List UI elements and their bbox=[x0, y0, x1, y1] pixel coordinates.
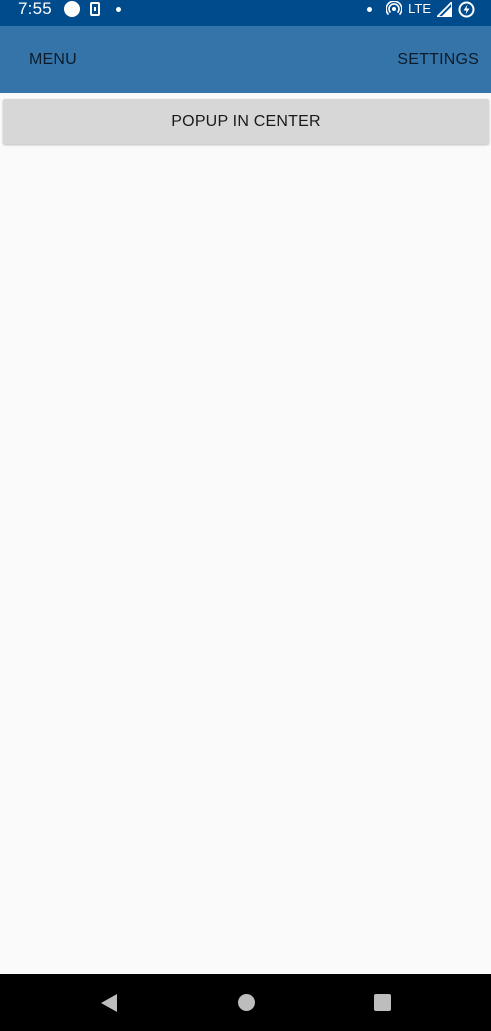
notification-icons bbox=[64, 0, 121, 18]
system-icons: LTE bbox=[367, 0, 475, 18]
app-screen: 7:55 LTE MENU SETTINGS POPUP IN CENTER bbox=[0, 0, 491, 1031]
sim-card-icon bbox=[90, 2, 100, 16]
popup-in-center-button[interactable]: POPUP IN CENTER bbox=[3, 99, 489, 144]
app-bar: MENU SETTINGS bbox=[0, 26, 491, 93]
dot-icon bbox=[116, 6, 121, 12]
circle-notification-icon bbox=[64, 1, 80, 17]
home-icon bbox=[237, 994, 255, 1011]
hotspot-icon bbox=[386, 1, 403, 16]
battery-charging-icon bbox=[458, 1, 475, 17]
menu-button[interactable]: MENU bbox=[29, 26, 77, 93]
signal-icon bbox=[437, 1, 452, 17]
status-bar: 7:55 LTE bbox=[0, 0, 491, 26]
recents-button[interactable] bbox=[357, 974, 407, 1031]
home-button[interactable] bbox=[221, 974, 271, 1031]
back-icon bbox=[101, 993, 117, 1012]
status-time: 7:55 bbox=[18, 0, 52, 18]
navigation-bar bbox=[0, 974, 491, 1031]
recents-icon bbox=[373, 994, 391, 1011]
settings-button[interactable]: SETTINGS bbox=[397, 26, 479, 93]
dot-icon bbox=[367, 6, 373, 12]
back-button[interactable] bbox=[84, 974, 134, 1031]
network-type-label: LTE bbox=[408, 1, 431, 16]
